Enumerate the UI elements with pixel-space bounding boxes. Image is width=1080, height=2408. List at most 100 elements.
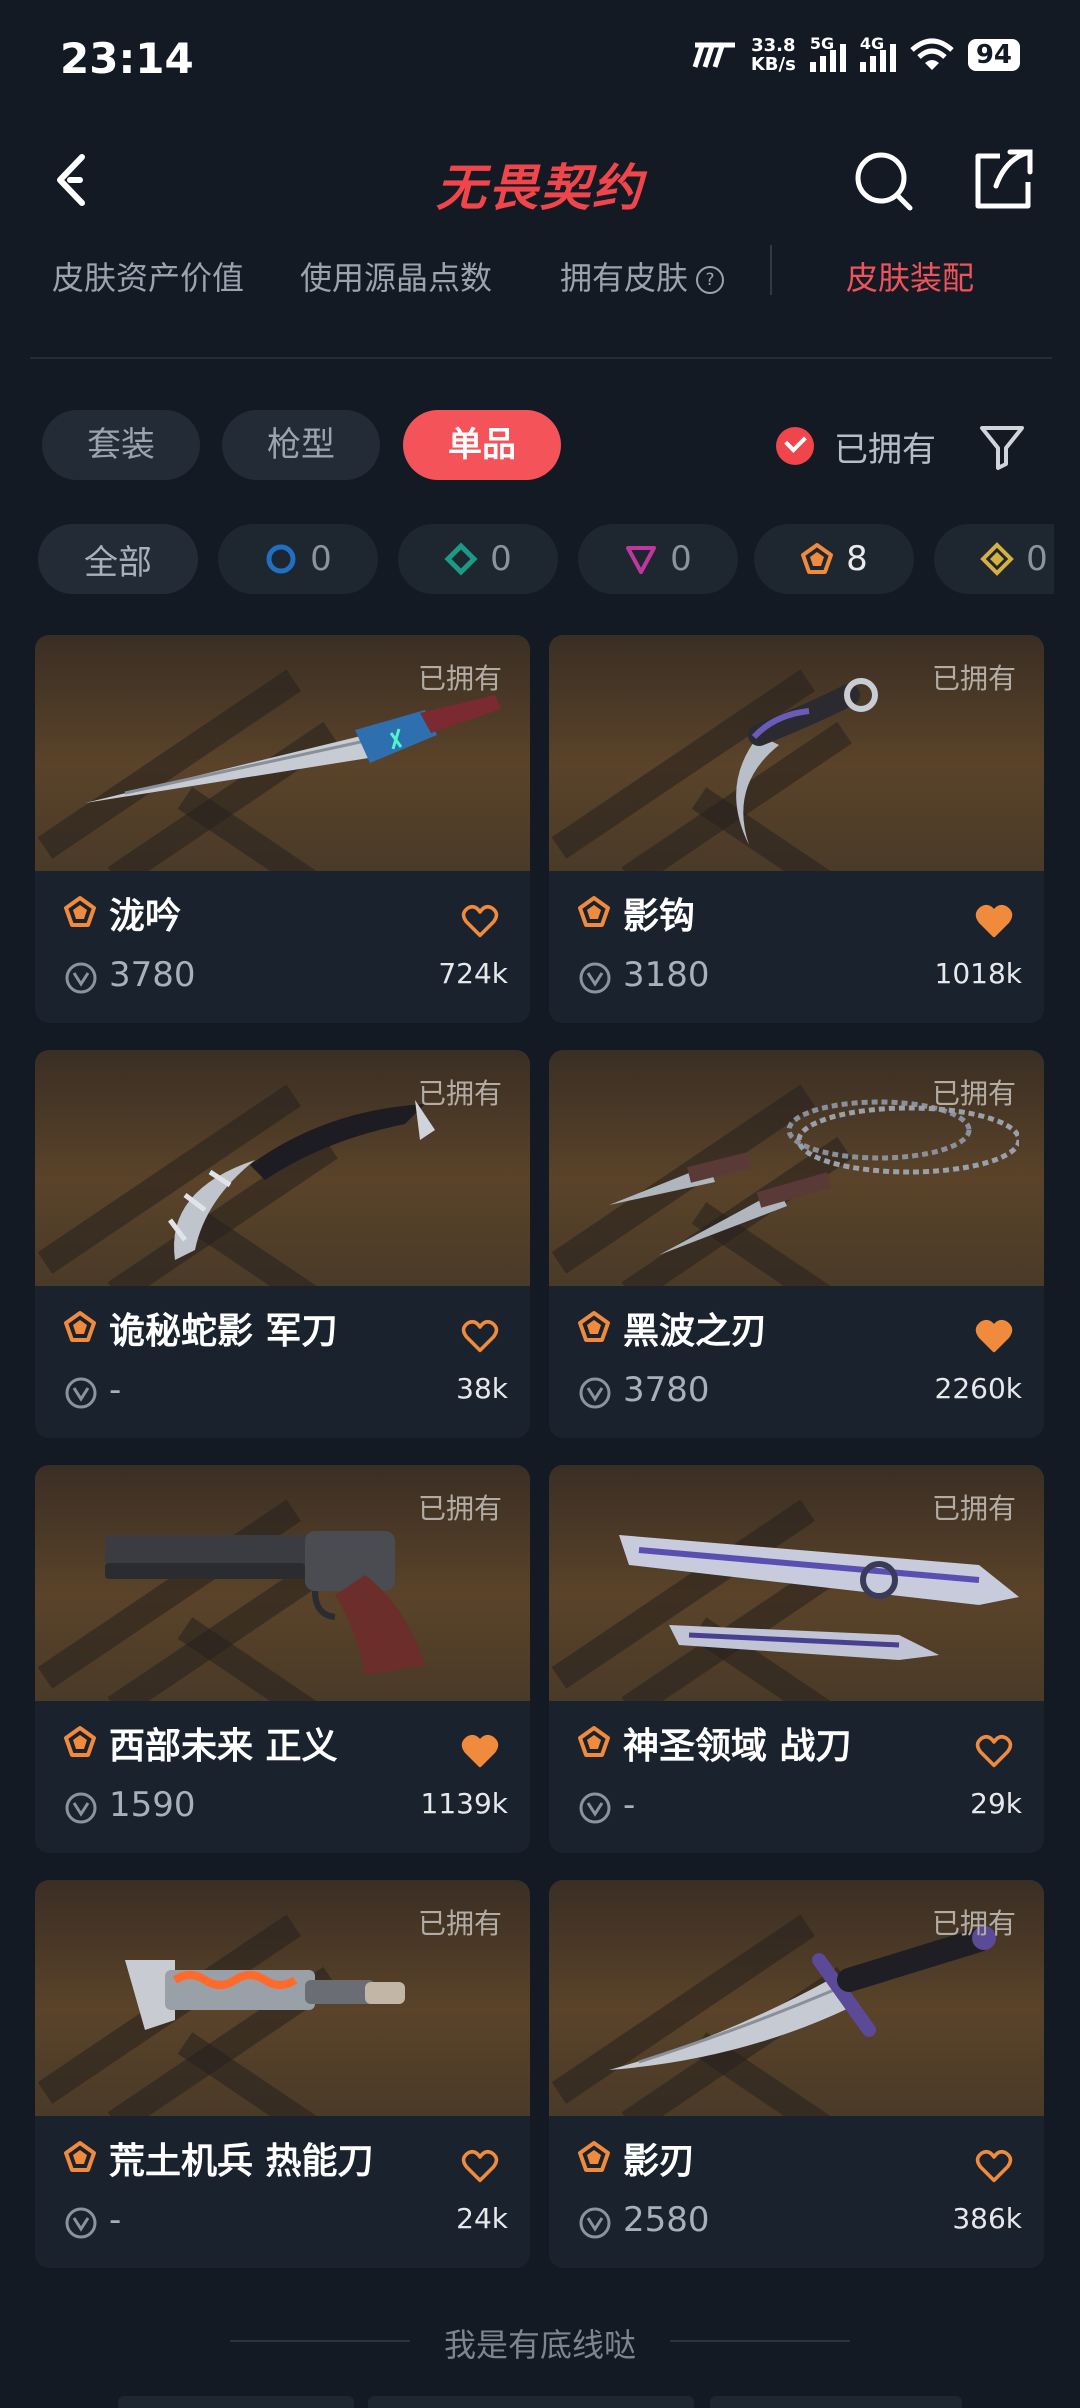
like-heart-icon[interactable]	[974, 1733, 1014, 1769]
signal-5g-label: 5G	[809, 34, 835, 53]
like-count: 24k	[456, 2202, 508, 2235]
skin-card[interactable]: 已拥有 神圣领域 战刀 - 29k	[549, 1465, 1044, 1853]
vp-currency-icon	[579, 2207, 611, 2239]
like-count: 29k	[970, 1787, 1022, 1820]
like-heart-icon[interactable]	[974, 1318, 1014, 1354]
like-heart-icon[interactable]	[460, 2148, 500, 2184]
owned-filter-label: 已拥有	[834, 429, 936, 470]
premium-tier-icon	[626, 546, 657, 574]
vp-currency-icon	[579, 1792, 611, 1824]
select-tier-icon	[266, 544, 296, 574]
chip-count: 8	[846, 539, 868, 579]
like-heart-icon[interactable]	[974, 903, 1014, 939]
chip-exclusive-tier[interactable]: 8	[754, 524, 914, 594]
exclusive-tier-icon	[578, 1726, 610, 1757]
owned-badge: 已拥有	[417, 662, 502, 695]
tab-owned-skins[interactable]: 拥有皮肤?	[560, 253, 725, 299]
like-heart-icon[interactable]	[460, 1733, 500, 1769]
segment-bundle[interactable]: 套装	[42, 410, 200, 480]
like-heart-icon[interactable]	[460, 903, 500, 939]
signal-4g-label: 4G	[859, 34, 885, 53]
vp-currency-icon	[65, 962, 97, 994]
skin-card[interactable]: 已拥有 影刃 2580 386k	[549, 1880, 1044, 2268]
chip-ultra-tier[interactable]: 0	[934, 524, 1054, 594]
chip-select-tier[interactable]: 0	[218, 524, 378, 594]
status-time: 23:14	[60, 34, 194, 83]
segment-single-item[interactable]: 单品	[403, 410, 561, 480]
skin-card[interactable]: 已拥有 泷吟 3780 724k	[35, 635, 530, 1023]
skin-price: -	[109, 2200, 122, 2240]
search-icon[interactable]	[848, 144, 920, 216]
hyperos-network-icon	[692, 42, 735, 68]
chip-deluxe-tier[interactable]: 0	[398, 524, 558, 594]
skin-price: 3180	[623, 955, 710, 995]
like-heart-icon[interactable]	[460, 1318, 500, 1354]
skin-card[interactable]: 已拥有 诡秘蛇影 军刀 - 38k	[35, 1050, 530, 1438]
owned-badge: 已拥有	[417, 1907, 502, 1940]
skin-name: 影钩	[623, 896, 696, 937]
exclusive-tier-icon	[64, 1311, 96, 1342]
like-count: 2260k	[934, 1372, 1022, 1405]
tab-owned-skins-label: 拥有皮肤	[560, 259, 689, 297]
skin-name: 诡秘蛇影 军刀	[109, 1311, 338, 1352]
next-row-peek	[710, 2396, 962, 2408]
owned-badge: 已拥有	[931, 662, 1016, 695]
tab-asset-value[interactable]: 皮肤资产价值	[52, 253, 244, 299]
vp-currency-icon	[579, 1377, 611, 1409]
share-icon[interactable]	[966, 144, 1038, 216]
owned-badge: 已拥有	[417, 1492, 502, 1525]
ultra-tier-icon	[980, 542, 1015, 576]
skin-card[interactable]: 已拥有 黑波之刃 3780 2260k	[549, 1050, 1044, 1438]
rarity-filter-chips: 全部 0 0 0 8 0	[38, 524, 1054, 594]
skin-name: 荒土机兵 热能刀	[109, 2141, 374, 2182]
chip-count: 0	[670, 539, 692, 579]
exclusive-tier-icon	[64, 896, 96, 927]
chip-count: 0	[1026, 539, 1048, 579]
skin-card[interactable]: 已拥有荒土机兵 热能刀 - 24k	[35, 1880, 530, 2268]
skin-price: -	[109, 1370, 122, 1410]
skin-name: 西部未来 正义	[109, 1726, 338, 1767]
signal-5g-icon: 5G	[809, 34, 846, 72]
owned-badge: 已拥有	[931, 1077, 1016, 1110]
chip-count: 0	[490, 539, 512, 579]
owned-badge: 已拥有	[931, 1907, 1016, 1940]
status-icons: 33.8 KB/s 5G 4G 94	[691, 34, 1020, 75]
weapon-claw-image	[168, 1100, 435, 1260]
skin-name: 泷吟	[109, 896, 182, 937]
vp-currency-icon	[65, 2207, 97, 2239]
segment-weapon-type[interactable]: 枪型	[222, 410, 380, 480]
skin-image: 已拥有	[35, 635, 530, 871]
wifi-icon	[910, 38, 954, 70]
chip-all[interactable]: 全部	[38, 524, 198, 594]
skin-card[interactable]: 已拥有 影钩 3180 1018k	[549, 635, 1044, 1023]
top-tabs: 皮肤资产价值 使用源晶点数 拥有皮肤? 皮肤装配	[0, 245, 1080, 305]
skin-image: 已拥有	[35, 1465, 530, 1701]
tab-radianite-points[interactable]: 使用源晶点数	[300, 253, 492, 299]
divider	[30, 357, 1052, 359]
filter-funnel-icon[interactable]	[976, 418, 1028, 474]
exclusive-tier-icon	[801, 543, 834, 574]
weapon-dual-image	[619, 1535, 1019, 1660]
weapon-revolver-image	[105, 1531, 425, 1675]
check-circle-icon[interactable]	[776, 427, 814, 465]
skin-image: 已拥有	[549, 1050, 1044, 1286]
help-icon[interactable]: ?	[696, 266, 725, 294]
owned-filter-toggle[interactable]: 已拥有	[776, 418, 936, 474]
owned-badge: 已拥有	[417, 1077, 502, 1110]
owned-badge: 已拥有	[931, 1492, 1016, 1525]
skin-card[interactable]: 已拥有 西部未来 正义 1590 1139k	[35, 1465, 530, 1853]
tab-skin-loadout[interactable]: 皮肤装配	[846, 253, 974, 299]
skin-price: 2580	[623, 2200, 710, 2240]
deluxe-tier-icon	[444, 542, 478, 576]
network-speed-value: 33.8	[751, 35, 796, 56]
battery-indicator: 94	[967, 39, 1020, 71]
chip-premium-tier[interactable]: 0	[578, 524, 738, 594]
exclusive-tier-icon	[578, 896, 610, 927]
skin-name: 影刃	[623, 2141, 696, 2182]
weapon-kunai-image	[85, 695, 501, 803]
exclusive-tier-icon	[64, 1726, 96, 1757]
network-speed-unit: KB/s	[750, 54, 796, 75]
like-heart-icon[interactable]	[974, 2148, 1014, 2184]
app-bar: 无畏契约	[0, 130, 1080, 230]
end-of-list-text: 我是有底线哒	[443, 2326, 636, 2364]
